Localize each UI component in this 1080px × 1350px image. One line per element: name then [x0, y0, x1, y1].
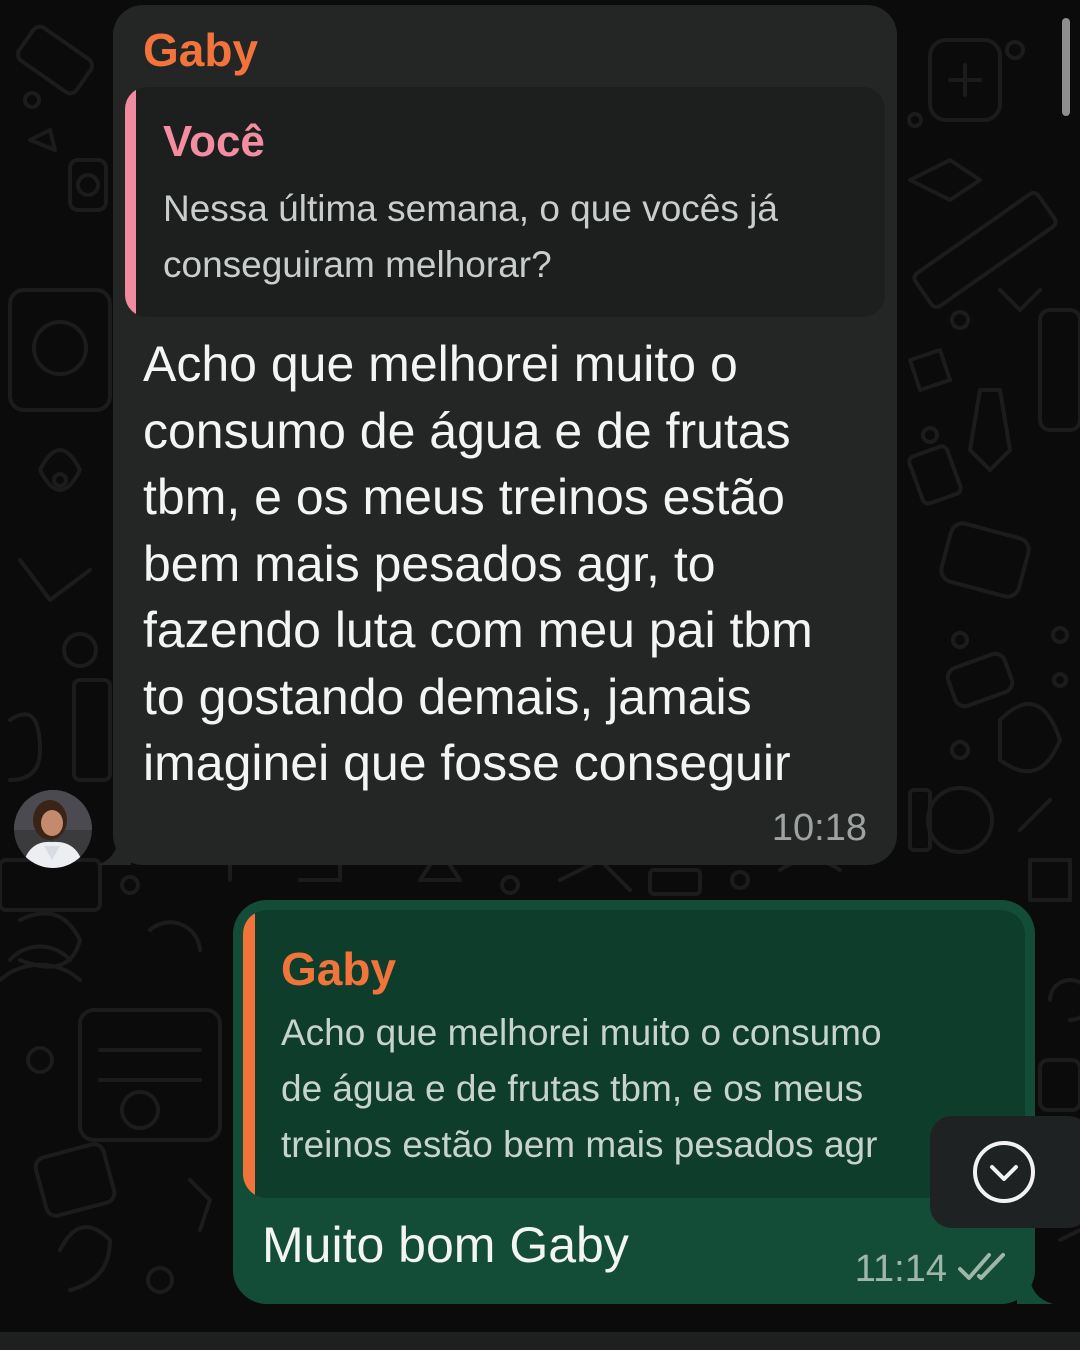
message-timestamp: 11:14	[854, 1248, 947, 1290]
sender-name[interactable]: Gaby	[143, 23, 258, 77]
chevron-down-circle-icon	[973, 1141, 1035, 1203]
outgoing-message-bubble[interactable]: Gaby Acho que melhorei muito o consumo d…	[233, 900, 1053, 1304]
quote-line: Nessa última semana, o que vocês já	[163, 188, 778, 229]
quote-author: Gaby	[281, 943, 397, 995]
quote-line: treinos estão bem mais pesados agr	[281, 1124, 878, 1165]
sender-avatar[interactable]	[14, 790, 92, 868]
quote-line: conseguiram melhorar?	[163, 244, 552, 285]
bubble-tail	[97, 835, 131, 865]
incoming-message-bubble[interactable]: Gaby Você Nessa última semana, o que voc…	[97, 5, 897, 865]
quote-text: Nessa última semana, o que vocês já cons…	[163, 181, 868, 293]
message-line: consumo de água e de frutas	[143, 402, 791, 459]
quoted-message[interactable]: Gaby Acho que melhorei muito o consumo d…	[243, 910, 1025, 1198]
message-text: Muito bom Gaby	[262, 1217, 629, 1273]
contact-photo-icon	[14, 790, 92, 868]
scrollbar[interactable]	[1062, 18, 1070, 116]
message-line: imaginei que fosse conseguir	[143, 735, 791, 791]
message-line: to gostando demais, jamais	[143, 668, 752, 725]
quote-accent-bar	[243, 910, 255, 1198]
message-line: tbm, e os meus treinos estão	[143, 469, 785, 525]
bottom-bar	[0, 1332, 1080, 1350]
quoted-message[interactable]: Você Nessa última semana, o que vocês já…	[125, 87, 885, 317]
double-check-icon	[958, 1253, 1005, 1280]
quote-line: de água e de frutas tbm, e os meus	[281, 1068, 864, 1109]
quote-text: Acho que melhorei muito o consumo de águ…	[281, 1005, 1025, 1173]
message-line: fazendo luta com meu pai tbm	[143, 602, 813, 658]
message-line: bem mais pesados agr, to	[143, 535, 716, 592]
message-timestamp: 10:18	[771, 807, 867, 849]
quote-author: Você	[163, 117, 265, 166]
message-text: Acho que melhorei muito o consumo de águ…	[143, 331, 873, 797]
quote-line: Acho que melhorei muito o consumo	[281, 1012, 882, 1053]
quote-accent-bar	[125, 87, 136, 317]
message-line: Acho que melhorei muito o	[143, 336, 738, 392]
bubble-tail	[1017, 1274, 1053, 1304]
scroll-to-bottom-button[interactable]	[930, 1116, 1080, 1228]
chat-screen: Gaby Você Nessa última semana, o que voc…	[0, 0, 1080, 1350]
